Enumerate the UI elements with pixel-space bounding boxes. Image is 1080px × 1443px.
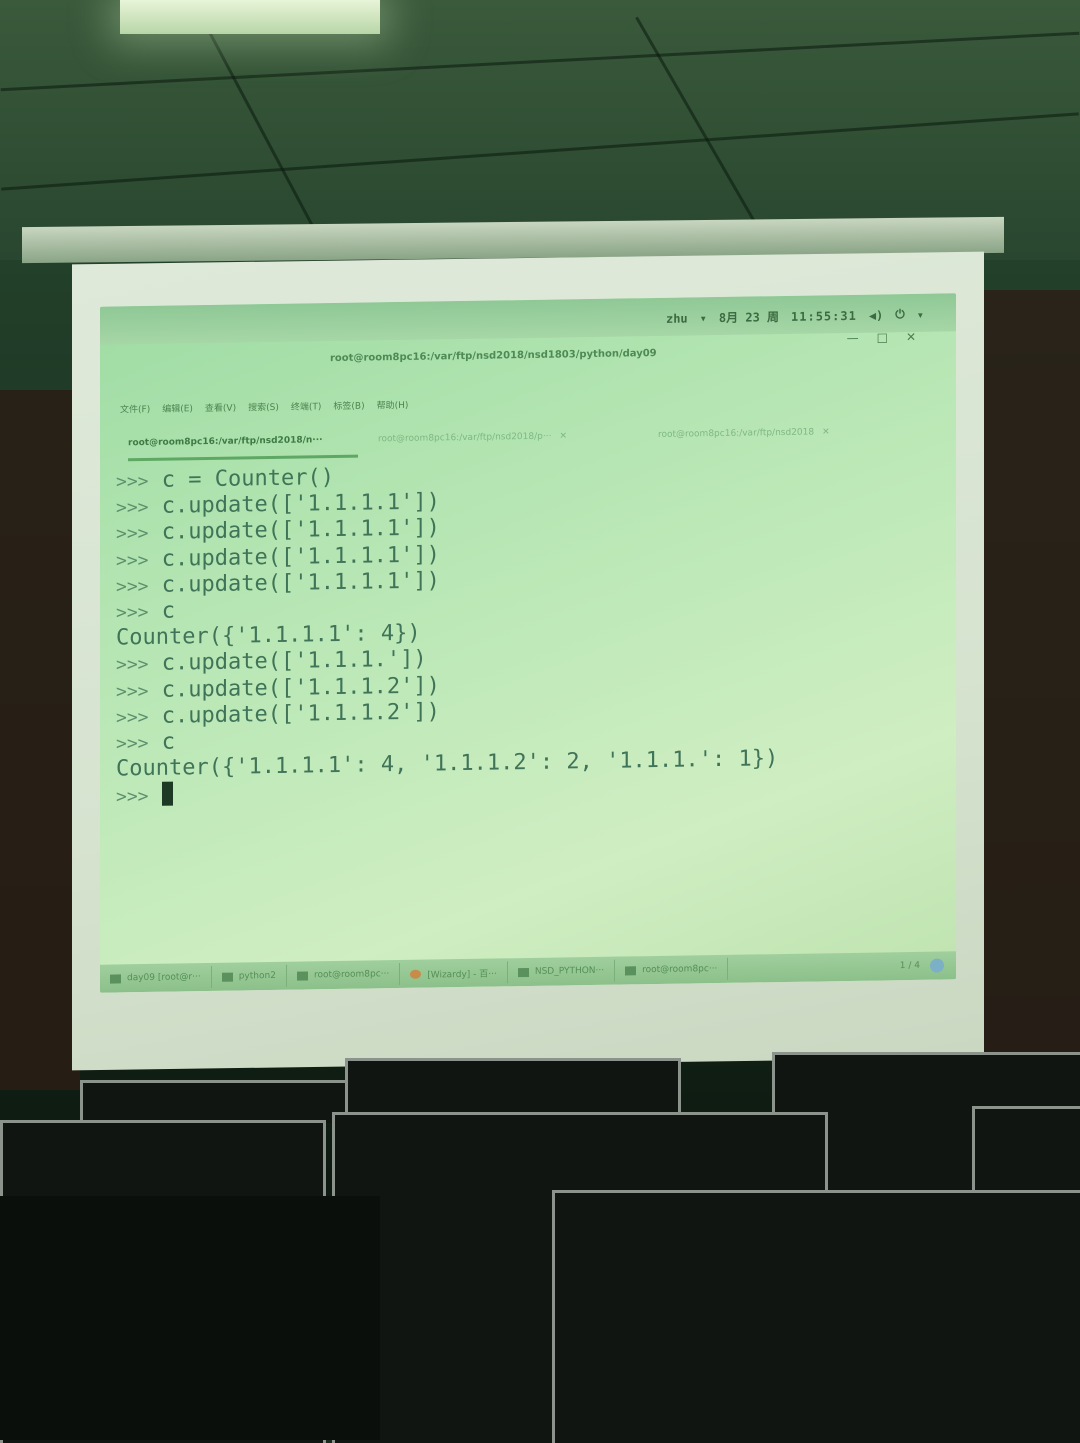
menu-item-file[interactable]: 文件(F) (120, 402, 150, 415)
terminal-prompt: >>> (116, 654, 149, 676)
terminal-icon (296, 970, 308, 981)
taskbar-item-terminal[interactable]: root@room8pc··· (286, 963, 401, 987)
folder-icon (221, 972, 233, 982)
panel-status-area: zhu ▾ 8月 23 周 11:55:31 ◀) ⏻ ▾ (666, 306, 924, 327)
firefox-icon (410, 969, 422, 979)
taskbar-item-label: root@room8pc··· (313, 969, 390, 981)
terminal-cursor (161, 781, 173, 807)
terminal-output[interactable]: >>> c = Counter() >>> c.update(['1.1.1.1… (116, 456, 936, 949)
folder-icon (517, 967, 529, 977)
terminal-text: c.update(['1.1.1.1']) (148, 568, 440, 598)
terminal-text: Counter({'1.1.1.1': 4}) (116, 620, 421, 651)
monitor-back-left (80, 1080, 348, 1123)
panel-clock[interactable]: 11:55:31 (791, 308, 857, 323)
terminal-prompt: >>> (116, 549, 149, 572)
folder-icon (110, 973, 121, 984)
terminal-text: c.update(['1.1.1.']) (148, 646, 427, 677)
terminal-text: c (148, 729, 176, 755)
workspace-indicator: 1 / 4 (899, 960, 920, 972)
volume-icon[interactable]: ◀) (869, 308, 883, 322)
terminal-prompt: >>> (116, 786, 149, 808)
taskbar-item-label: day09 [root@r··· (127, 972, 201, 984)
terminal-prompt: >>> (116, 680, 149, 702)
taskbar-item-label: root@room8pc··· (642, 964, 718, 976)
menu-item-search[interactable]: 搜索(S) (248, 400, 279, 413)
wall-panel-right (975, 290, 1080, 1070)
terminal-text: c.update(['1.1.1.2']) (148, 699, 440, 729)
taskbar-item-python2[interactable]: python2 (211, 964, 287, 988)
monitor-front-right (552, 1190, 1080, 1443)
workspace-icon (930, 958, 944, 973)
menu-item-view[interactable]: 查看(V) (205, 401, 236, 414)
minimize-icon[interactable]: — (847, 331, 859, 345)
menu-item-terminal[interactable]: 终端(T) (291, 399, 322, 412)
taskbar-item-terminal-2[interactable]: root@room8pc··· (615, 957, 729, 982)
menu-item-edit[interactable]: 编辑(E) (162, 401, 193, 414)
terminal-prompt: >>> (116, 601, 149, 624)
close-icon[interactable]: ✕ (906, 330, 916, 344)
panel-date[interactable]: 8月 23 周 (719, 308, 779, 326)
terminal-text: c.update(['1.1.1.2']) (148, 672, 440, 703)
monitor-front-left (0, 1196, 380, 1440)
menu-item-help[interactable]: 帮助(H) (377, 398, 409, 411)
ceiling-light (120, 0, 380, 34)
terminal-text: c.update(['1.1.1.1']) (148, 541, 440, 572)
window-controls: — □ ✕ (847, 330, 916, 345)
close-icon[interactable]: ✕ (559, 431, 567, 441)
tab-3[interactable]: root@room8pc16:/var/ftp/nsd2018 ✕ (658, 416, 928, 450)
chevron-down-icon: ▾ (699, 310, 707, 325)
menu-bar: 文件(F) 编辑(E) 查看(V) 搜索(S) 终端(T) 标签(B) 帮助(H… (120, 398, 408, 416)
terminal-text: c = Counter() (148, 465, 334, 493)
terminal-text: c.update(['1.1.1.1']) (148, 489, 440, 520)
terminal-prompt: >>> (116, 470, 149, 493)
tab-2[interactable]: root@room8pc16:/var/ftp/nsd2018/p··· ✕ (378, 421, 618, 455)
workspace-pager[interactable]: 1 / 4 (900, 958, 956, 973)
terminal-icon (625, 965, 637, 975)
terminal-prompt: >>> (116, 575, 149, 598)
chevron-down-icon: ▾ (916, 307, 924, 322)
maximize-icon[interactable]: □ (877, 330, 888, 344)
wall-panel-left (0, 390, 80, 1090)
terminal-text: c (148, 598, 176, 624)
taskbar-item-nsd-python[interactable]: NSD_PYTHON··· (507, 959, 616, 984)
close-icon[interactable]: ✕ (822, 427, 830, 437)
terminal-prompt: >>> (116, 523, 149, 545)
terminal-prompt: >>> (116, 732, 149, 755)
terminal-tabs: root@room8pc16:/var/ftp/nsd2018/n··· roo… (128, 415, 948, 462)
tab-label: root@room8pc16:/var/ftp/nsd2018/n··· (128, 435, 323, 449)
terminal-text: c.update(['1.1.1.1']) (148, 515, 440, 546)
taskbar-item-day09[interactable]: day09 [root@r··· (100, 965, 212, 990)
tab-label: root@room8pc16:/var/ftp/nsd2018 (658, 427, 815, 440)
window-title: root@room8pc16:/var/ftp/nsd2018/nsd1803/… (330, 347, 657, 365)
tab-1[interactable]: root@room8pc16:/var/ftp/nsd2018/n··· (128, 424, 358, 462)
taskbar-item-label: python2 (238, 970, 276, 982)
taskbar-item-label: [Wizardy] - 百··· (427, 968, 497, 981)
tab-label: root@room8pc16:/var/ftp/nsd2018/p··· (378, 431, 552, 445)
terminal-prompt: >>> (116, 497, 149, 519)
projected-desktop: zhu ▾ 8月 23 周 11:55:31 ◀) ⏻ ▾ — □ ✕ root… (100, 293, 956, 993)
power-icon[interactable]: ⏻ (895, 307, 905, 322)
taskbar-item-browser[interactable]: [Wizardy] - 百··· (400, 961, 508, 986)
taskbar-item-label: NSD_PYTHON··· (534, 965, 605, 977)
menu-item-tabs[interactable]: 标签(B) (333, 399, 364, 412)
user-menu[interactable]: zhu (666, 311, 688, 325)
terminal-prompt: >>> (116, 706, 149, 729)
